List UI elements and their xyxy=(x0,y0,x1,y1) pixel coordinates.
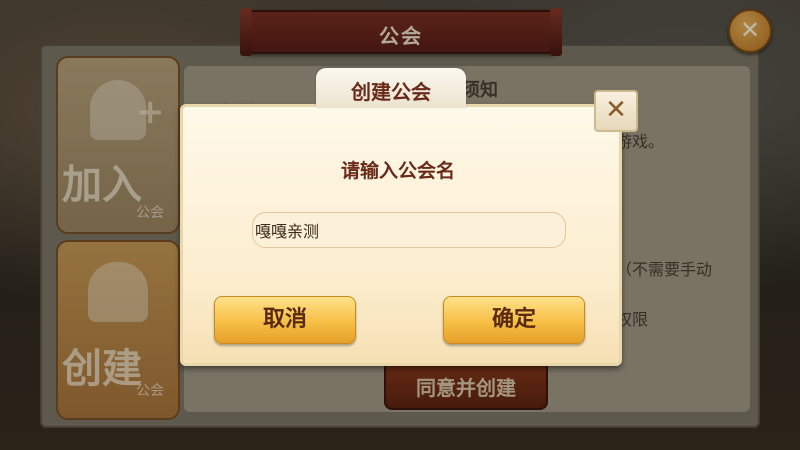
guild-name-prompt: 请输入公会名 xyxy=(340,160,455,182)
dialog-close-button[interactable]: ✕ xyxy=(594,90,638,132)
dialog-title: 创建公会 xyxy=(351,80,431,104)
confirm-button[interactable]: 确定 xyxy=(443,296,585,344)
guild-name-input[interactable] xyxy=(252,212,566,248)
dialog-title-tab: 创建公会 xyxy=(316,68,466,108)
cancel-button[interactable]: 取消 xyxy=(214,296,356,344)
close-icon: ✕ xyxy=(605,95,627,125)
